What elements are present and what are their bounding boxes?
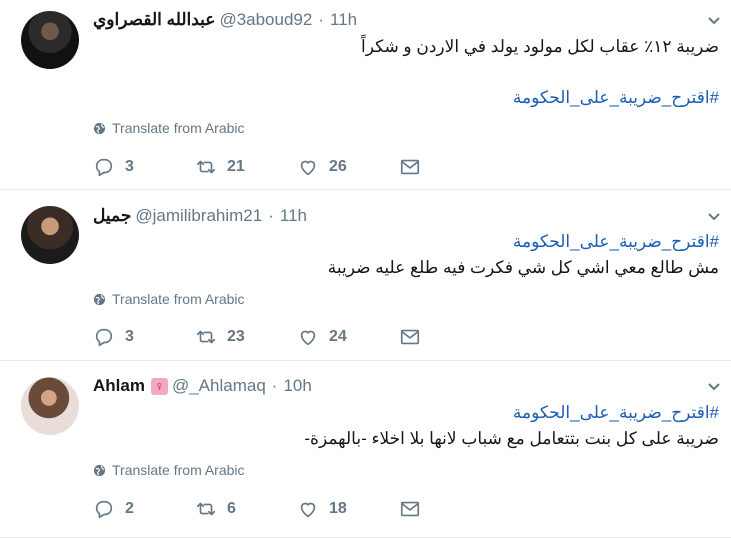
reply-count: 3 bbox=[125, 328, 134, 345]
direct-message-button[interactable] bbox=[399, 498, 501, 520]
translate-link[interactable]: Translate from Arabic bbox=[93, 291, 245, 307]
retweet-button[interactable]: 6 bbox=[195, 498, 297, 520]
retweet-count: 6 bbox=[227, 500, 236, 517]
chevron-down-icon[interactable] bbox=[707, 14, 721, 28]
globe-icon bbox=[93, 122, 106, 134]
timestamp[interactable]: 11h bbox=[280, 206, 307, 226]
envelope-icon bbox=[400, 159, 420, 175]
separator-dot: · bbox=[318, 10, 325, 29]
retweet-button[interactable]: 21 bbox=[195, 156, 297, 178]
heart-icon bbox=[300, 330, 316, 346]
translate-link[interactable]: Translate from Arabic bbox=[93, 462, 245, 478]
retweet-icon bbox=[196, 160, 216, 174]
heart-icon bbox=[300, 502, 316, 518]
retweet-count: 23 bbox=[227, 328, 245, 345]
like-button[interactable]: 18 bbox=[297, 498, 399, 520]
tweet-text: ضريبة على كل بنت بتتعامل مع شباب لانها ب… bbox=[304, 429, 719, 448]
hashtag-link[interactable]: #اقترح_ضريبة_على_الحكومة bbox=[513, 231, 719, 253]
like-count: 26 bbox=[329, 158, 347, 175]
envelope-icon bbox=[400, 329, 420, 345]
like-count: 24 bbox=[329, 328, 347, 345]
reply-icon bbox=[95, 500, 113, 519]
user-handle[interactable]: @jamilibrahim21 bbox=[135, 206, 262, 226]
separator-dot: · bbox=[268, 206, 274, 225]
avatar[interactable] bbox=[21, 206, 79, 264]
retweet-button[interactable]: 23 bbox=[195, 326, 297, 348]
translate-label[interactable]: Translate from Arabic bbox=[112, 462, 245, 478]
tweet-header: Ahlam ♀ @_Ahlamaq · 10h bbox=[93, 376, 312, 396]
retweet-icon bbox=[196, 502, 216, 516]
tweet-actions: 3 21 26 bbox=[93, 156, 711, 178]
user-name[interactable]: عبدالله القصراوي bbox=[93, 10, 215, 30]
avatar[interactable] bbox=[21, 377, 79, 435]
heart-icon bbox=[300, 160, 316, 176]
tweet-actions: 3 23 24 bbox=[93, 326, 711, 348]
direct-message-button[interactable] bbox=[399, 326, 501, 348]
user-name[interactable]: Ahlam bbox=[93, 376, 145, 396]
hashtag-link[interactable]: #اقترح_ضريبة_على_الحكومة bbox=[513, 87, 719, 109]
female-sign-emoji: ♀ bbox=[150, 377, 168, 395]
user-name[interactable]: جميل bbox=[93, 206, 131, 226]
retweet-count: 21 bbox=[227, 158, 245, 175]
separator-dot: · bbox=[271, 376, 278, 395]
tweet[interactable]: عبدالله القصراوي @3aboud92 · 11h ضريبة ١… bbox=[0, 0, 731, 190]
reply-button[interactable]: 2 bbox=[93, 498, 195, 520]
tweet-header: عبدالله القصراوي @3aboud92 · 11h bbox=[93, 10, 357, 30]
hashtag-link[interactable]: #اقترح_ضريبة_على_الحكومة bbox=[513, 402, 719, 424]
retweet-icon bbox=[196, 330, 216, 344]
translate-label[interactable]: Translate from Arabic bbox=[112, 291, 245, 307]
globe-icon bbox=[93, 293, 106, 305]
tweet[interactable]: Ahlam ♀ @_Ahlamaq · 10h #اقترح_ضريبة_على… bbox=[0, 361, 731, 538]
reply-icon bbox=[95, 328, 113, 347]
reply-icon bbox=[95, 158, 113, 177]
user-handle[interactable]: @3aboud92 bbox=[219, 10, 312, 30]
translate-link[interactable]: Translate from Arabic bbox=[93, 120, 245, 136]
like-button[interactable]: 24 bbox=[297, 326, 399, 348]
reply-count: 2 bbox=[125, 500, 134, 517]
tweet-text: مش طالع معي اشي كل شي فكرت فيه طلع عليه … bbox=[327, 258, 719, 277]
avatar[interactable] bbox=[21, 11, 79, 69]
tweet[interactable]: جميل @jamilibrahim21 · 11h #اقترح_ضريبة_… bbox=[0, 190, 731, 361]
translate-label[interactable]: Translate from Arabic bbox=[112, 120, 245, 136]
envelope-icon bbox=[400, 501, 420, 517]
like-count: 18 bbox=[329, 500, 347, 517]
timestamp[interactable]: 10h bbox=[283, 376, 311, 396]
like-button[interactable]: 26 bbox=[297, 156, 399, 178]
timestamp[interactable]: 11h bbox=[330, 10, 357, 30]
user-handle[interactable]: @_Ahlamaq bbox=[172, 376, 266, 396]
chevron-down-icon[interactable] bbox=[707, 380, 721, 394]
direct-message-button[interactable] bbox=[399, 156, 501, 178]
tweet-header: جميل @jamilibrahim21 · 11h bbox=[93, 206, 307, 226]
reply-button[interactable]: 3 bbox=[93, 326, 195, 348]
tweet-actions: 2 6 18 bbox=[93, 498, 711, 520]
reply-button[interactable]: 3 bbox=[93, 156, 195, 178]
tweet-text: ضريبة ١٢٪ عقاب لكل مولود يولد في الاردن … bbox=[360, 37, 719, 56]
globe-icon bbox=[93, 464, 106, 476]
reply-count: 3 bbox=[125, 158, 134, 175]
chevron-down-icon[interactable] bbox=[707, 210, 721, 224]
